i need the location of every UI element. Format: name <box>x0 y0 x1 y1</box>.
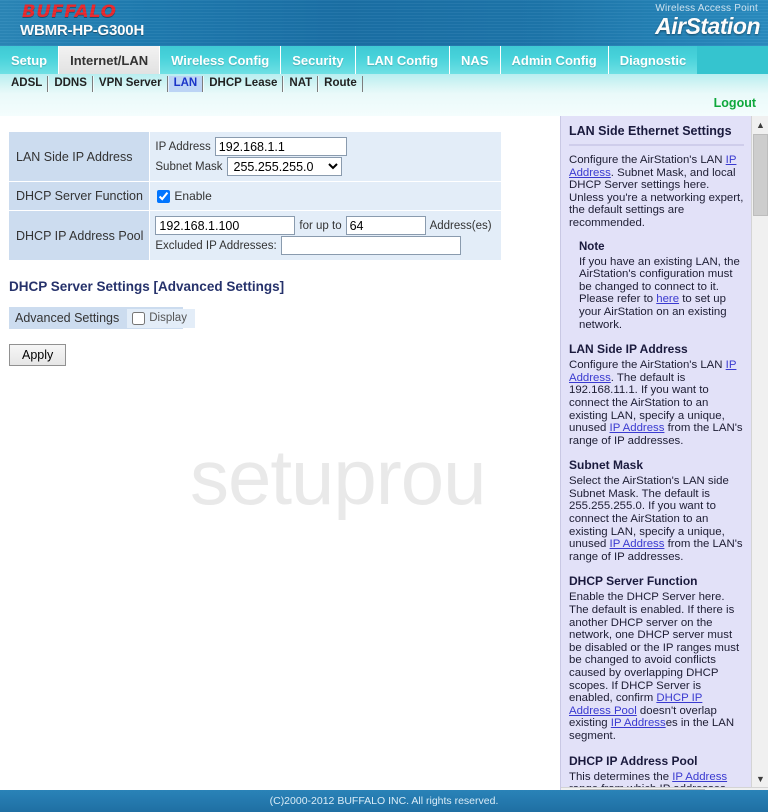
subtab-dhcp-lease[interactable]: DHCP Lease <box>203 76 284 92</box>
tab-admin-config[interactable]: Admin Config <box>500 46 609 74</box>
ip-address-link[interactable]: IP Address <box>610 538 665 550</box>
dhcp-pool-start-input[interactable] <box>155 216 296 235</box>
tab-nas[interactable]: NAS <box>450 46 501 74</box>
vertical-scroll-thumb[interactable] <box>753 134 768 216</box>
help-title: LAN Side Ethernet Settings <box>569 124 732 138</box>
row-value-dhcp-ip-pool: for up to Address(es) Excluded IP Addres… <box>149 210 502 261</box>
help-section-body-lan-side-ip: Configure the AirStation's LAN IP Addres… <box>569 359 744 447</box>
subnet-mask-select[interactable]: 255.255.255.0 <box>226 157 342 176</box>
excluded-ip-row: Excluded IP Addresses: <box>155 236 495 255</box>
subnet-mask-field-row: Subnet Mask 255.255.255.0 <box>155 157 495 176</box>
row-label-dhcp-server-function: DHCP Server Function <box>7 181 151 211</box>
help-vertical-scrollbar[interactable]: ▲ ▼ <box>751 116 768 787</box>
tab-internet-lan[interactable]: Internet/LAN <box>59 46 161 74</box>
table-row-dhcp-ip-pool: DHCP IP Address Pool for up to Address(e… <box>7 210 502 261</box>
help-note-title: Note <box>579 240 605 253</box>
table-row-lan-side-ip: LAN Side IP Address IP Address Subnet Ma… <box>7 131 502 182</box>
dhcp-enable-label: Enable <box>174 189 212 203</box>
subtab-adsl[interactable]: ADSL <box>6 76 49 92</box>
tab-wireless-config[interactable]: Wireless Config <box>160 46 282 74</box>
sub-tab-bar: ADSL DDNS VPN Server LAN DHCP Lease NAT … <box>0 74 768 94</box>
help-section-title-lan-side-ip: LAN Side IP Address <box>569 342 688 357</box>
copyright-text: (C)2000-2012 BUFFALO INC. All rights res… <box>269 795 499 807</box>
router-admin-page: BUFFALO WBMR-HP-G300H Wireless Access Po… <box>0 0 768 812</box>
excluded-ip-input[interactable] <box>280 236 461 255</box>
settings-form: LAN Side IP Address IP Address Subnet Ma… <box>0 116 560 366</box>
help-s4-a: This determines the <box>569 770 673 783</box>
logout-bar: Logout <box>0 94 768 116</box>
subtab-lan[interactable]: LAN <box>167 76 204 92</box>
help-s1-a: Configure the AirStation's LAN <box>569 359 726 372</box>
ip-address-label: IP Address <box>155 140 211 153</box>
logout-link[interactable]: Logout <box>714 96 756 110</box>
advanced-display-label: Display <box>149 312 187 324</box>
help-section-title-subnet-mask: Subnet Mask <box>569 458 644 473</box>
advanced-settings-row: Advanced Settings Display <box>8 306 195 330</box>
dhcp-pool-range-row: for up to Address(es) <box>155 216 495 235</box>
here-link[interactable]: here <box>656 293 679 305</box>
row-value-lan-side-ip: IP Address Subnet Mask 255.255.255.0 <box>149 131 502 182</box>
help-section-body-dhcp-ip-pool: This determines the IP Address range fro… <box>569 771 744 787</box>
subnet-mask-label: Subnet Mask <box>155 160 223 173</box>
table-row-dhcp-server-function: DHCP Server Function Enable <box>7 181 502 211</box>
watermark: setuprou <box>190 433 487 521</box>
dhcp-pool-count-input[interactable] <box>345 216 426 235</box>
tab-security[interactable]: Security <box>281 46 356 74</box>
subtab-route[interactable]: Route <box>318 76 363 92</box>
tab-lan-config[interactable]: LAN Config <box>355 46 451 74</box>
airstation-logo: AirStation <box>655 13 760 39</box>
help-section-title-dhcp-server-function: DHCP Server Function <box>569 574 698 589</box>
dhcp-enable-checkbox[interactable] <box>157 189 171 203</box>
subtab-nat[interactable]: NAT <box>283 76 319 92</box>
row-label-dhcp-ip-pool: DHCP IP Address Pool <box>7 210 151 261</box>
ip-address-field-row: IP Address <box>155 137 495 156</box>
addresses-label: Address(es) <box>429 219 492 232</box>
help-note-paragraph: If you have an existing LAN, the AirStat… <box>579 256 744 332</box>
ip-address-link[interactable]: IP Address <box>611 717 666 729</box>
dhcp-advanced-section-title: DHCP Server Settings [Advanced Settings] <box>9 279 285 294</box>
for-up-to-label: for up to <box>299 219 342 232</box>
ip-address-input[interactable] <box>214 137 347 156</box>
help-intro-paragraph: Configure the AirStation's LAN IP Addres… <box>569 154 744 230</box>
page-content: setuprou LAN Side IP Address IP Address … <box>0 116 768 812</box>
help-panel-content: LAN Side Ethernet Settings Configure the… <box>561 116 752 787</box>
buffalo-logo: BUFFALO <box>22 2 117 22</box>
advanced-settings-label: Advanced Settings <box>9 307 128 329</box>
help-section-body-dhcp-server-function: Enable the DHCP Server here. The default… <box>569 591 744 742</box>
tab-diagnostic[interactable]: Diagnostic <box>608 46 698 74</box>
help-intro-a: Configure the AirStation's LAN <box>569 154 726 166</box>
scroll-up-arrow-icon[interactable]: ▲ <box>752 116 768 133</box>
main-tab-bar: Setup Internet/LAN Wireless Config Secur… <box>0 46 768 74</box>
subtab-vpn-server[interactable]: VPN Server <box>92 76 168 92</box>
excluded-ip-label: Excluded IP Addresses: <box>155 239 277 252</box>
help-section-title-dhcp-ip-pool: DHCP IP Address Pool <box>569 753 698 768</box>
lan-settings-table: LAN Side IP Address IP Address Subnet Ma… <box>7 131 502 261</box>
tab-setup[interactable]: Setup <box>0 46 60 74</box>
row-value-dhcp-server-function: Enable <box>149 181 502 211</box>
help-panel: LAN Side Ethernet Settings Configure the… <box>560 116 768 804</box>
help-s3-a: Enable the DHCP Server here. The default… <box>569 591 740 705</box>
help-section-body-subnet-mask: Select the AirStation's LAN side Subnet … <box>569 475 744 563</box>
page-header: BUFFALO WBMR-HP-G300H Wireless Access Po… <box>0 0 768 46</box>
dhcp-enable-wrap: Enable <box>155 186 495 206</box>
help-divider <box>569 144 744 146</box>
apply-button[interactable]: Apply <box>9 344 67 366</box>
row-label-lan-side-ip: LAN Side IP Address <box>7 131 151 182</box>
advanced-display-wrap: Display <box>127 308 195 328</box>
scroll-down-arrow-icon[interactable]: ▼ <box>752 770 768 787</box>
subtab-ddns[interactable]: DDNS <box>48 76 93 92</box>
ip-address-link[interactable]: IP Address <box>610 422 665 434</box>
model-name: WBMR-HP-G300H <box>20 22 145 39</box>
page-footer: (C)2000-2012 BUFFALO INC. All rights res… <box>0 790 768 812</box>
ip-address-link[interactable]: IP Address <box>672 771 727 783</box>
advanced-display-checkbox[interactable] <box>132 311 146 325</box>
